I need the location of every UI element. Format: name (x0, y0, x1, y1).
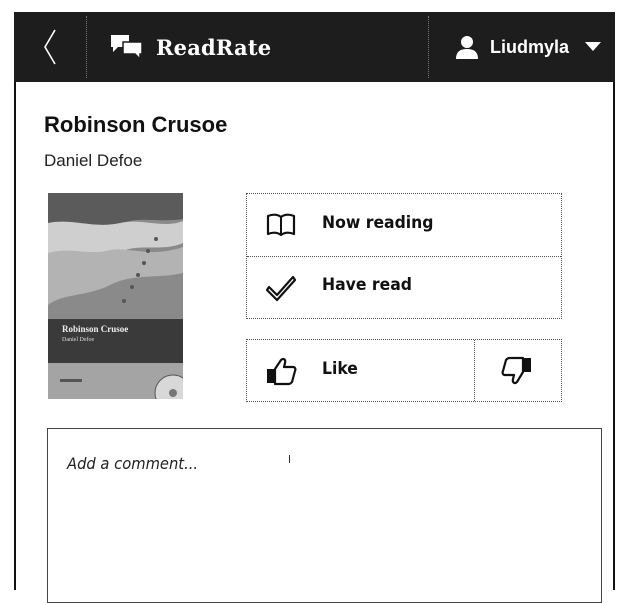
app-header: ReadRate Liudmyla (14, 12, 615, 82)
rating-panel: Like (246, 339, 562, 402)
have-read-label: Have read (322, 275, 412, 295)
like-label: Like (322, 359, 358, 379)
text-cursor (289, 455, 290, 463)
dislike-button[interactable] (474, 340, 562, 402)
caret-down-icon (585, 42, 602, 51)
header-separator (86, 16, 87, 78)
open-book-icon (266, 213, 296, 237)
thumbs-down-icon (501, 356, 531, 385)
have-read-button[interactable]: Have read (247, 256, 561, 318)
screen-frame-left (14, 12, 16, 590)
now-reading-button[interactable]: Now reading (247, 194, 561, 256)
back-button[interactable] (14, 12, 86, 82)
app-brand: ReadRate (110, 12, 271, 82)
chevron-left-icon (44, 29, 56, 65)
comment-input[interactable]: Add a comment... (47, 428, 602, 603)
screen-frame-right (613, 12, 615, 590)
thumbs-up-icon (267, 357, 297, 386)
book-title: Robinson Crusoe (44, 112, 228, 137)
user-name: Liudmyla (490, 36, 570, 57)
chat-bubbles-icon (111, 35, 143, 61)
app-name: ReadRate (156, 34, 272, 60)
comment-placeholder: Add a comment... (67, 454, 199, 473)
book-cover: Robinson Crusoe Daniel Defoe (48, 193, 183, 399)
like-button[interactable]: Like (247, 340, 474, 402)
book-author: Daniel Defoe (44, 151, 143, 170)
checkmark-icon (265, 275, 297, 302)
cover-beach-image (48, 193, 183, 399)
cover-title: Robinson Crusoe (62, 324, 129, 334)
user-icon (456, 36, 478, 59)
reading-status-panel: Now reading Have read (246, 193, 562, 319)
user-menu[interactable]: Liudmyla (454, 12, 615, 82)
header-separator (428, 16, 429, 78)
now-reading-label: Now reading (322, 213, 434, 233)
cover-author: Daniel Defoe (62, 337, 95, 343)
